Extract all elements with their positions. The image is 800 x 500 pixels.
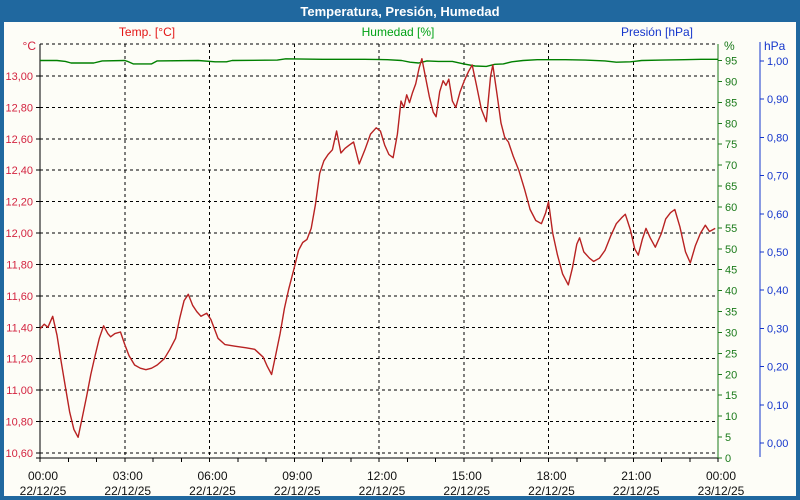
temp-tick-label: 12,60 xyxy=(5,134,33,146)
temp-tick-label: 10,80 xyxy=(5,417,33,429)
time-tick-label: 21:00 xyxy=(621,469,651,483)
humidity-tick-label: 55 xyxy=(725,223,737,235)
temp-tick-label: 12,80 xyxy=(5,102,33,114)
humidity-tick-label: 10 xyxy=(725,411,737,423)
pressure-tick-label: 0,40 xyxy=(767,285,788,297)
temp-tick-label: 11,20 xyxy=(6,354,33,366)
humidity-tick-label: 50 xyxy=(725,244,737,256)
humidity-tick-label: 5 xyxy=(725,432,731,444)
humidity-tick-label: 25 xyxy=(725,348,737,360)
humidity-tick-label: 80 xyxy=(725,118,737,130)
time-tick-label: 18:00 xyxy=(536,469,566,483)
pressure-tick-label: 1,00 xyxy=(767,56,788,68)
pressure-tick-label: 0,90 xyxy=(767,94,788,106)
humidity-tick-label: 45 xyxy=(725,265,737,277)
pressure-tick-label: 0,60 xyxy=(767,209,788,221)
plot-canvas: 13,00 12,80 12,60 12,40 12,20 12,00 11,80 11,60… xyxy=(4,22,796,496)
temp-tick-label: 11,80 xyxy=(6,259,33,271)
temp-tick-label: 12,20 xyxy=(5,197,33,209)
pressure-tick-label: 0,70 xyxy=(767,171,788,183)
chart-window: Temperatura, Presión, Humedad Temp. [°C]… xyxy=(0,0,800,500)
humidity-tick-label: 65 xyxy=(725,181,737,193)
temp-tick-label: 11,00 xyxy=(6,385,33,397)
humidity-tick-label: 75 xyxy=(725,139,737,151)
humidity-tick-label: 60 xyxy=(725,202,737,214)
humidity-tick-label: 30 xyxy=(725,327,737,339)
window-titlebar: Temperatura, Presión, Humedad xyxy=(0,0,800,22)
temp-tick-label: 13,00 xyxy=(5,71,33,83)
humidity-tick-label: 20 xyxy=(725,369,737,381)
humidity-tick-label: 85 xyxy=(725,97,737,109)
date-tick-label: 22/12/25 xyxy=(613,484,660,496)
time-tick-label: 06:00 xyxy=(197,469,227,483)
date-tick-label: 22/12/25 xyxy=(359,484,406,496)
humidity-tick-label: 15 xyxy=(725,390,737,402)
chart-area: Temp. [°C] Humedad [%] Presión [hPa] °C … xyxy=(4,22,796,496)
pressure-tick-label: 0,00 xyxy=(767,438,788,450)
date-tick-label: 22/12/25 xyxy=(274,484,321,496)
pressure-tick-label: 0,20 xyxy=(767,362,788,374)
pressure-tick-label: 0,80 xyxy=(767,132,788,144)
humidity-tick-label: 70 xyxy=(725,160,737,172)
temp-tick-label: 10,60 xyxy=(5,448,33,460)
humidity-tick-label: 95 xyxy=(725,56,737,68)
humidity-tick-label: 40 xyxy=(725,286,737,298)
temp-tick-label: 11,40 xyxy=(6,322,33,334)
time-tick-label: 12:00 xyxy=(367,469,397,483)
time-tick-label: 00:00 xyxy=(28,469,58,483)
temp-tick-label: 12,00 xyxy=(5,228,33,240)
pressure-tick-label: 0,30 xyxy=(767,323,788,335)
time-tick-label: 03:00 xyxy=(113,469,143,483)
date-tick-label: 22/12/25 xyxy=(104,484,151,496)
time-tick-label: 09:00 xyxy=(282,469,312,483)
humidity-tick-label: 0 xyxy=(725,453,731,465)
humidity-tick-label: 35 xyxy=(725,307,737,319)
date-tick-label: 22/12/25 xyxy=(20,484,67,496)
temp-tick-label: 12,40 xyxy=(5,165,33,177)
date-tick-label: 22/12/25 xyxy=(189,484,236,496)
date-tick-label: 22/12/25 xyxy=(443,484,490,496)
date-tick-label: 23/12/25 xyxy=(698,484,745,496)
date-tick-label: 22/12/25 xyxy=(528,484,575,496)
pressure-tick-label: 0,10 xyxy=(767,400,788,412)
humidity-tick-label: 90 xyxy=(725,76,737,88)
temperature-curve xyxy=(40,59,715,438)
time-tick-label: 15:00 xyxy=(452,469,482,483)
temp-tick-label: 11,60 xyxy=(6,291,33,303)
window-title: Temperatura, Presión, Humedad xyxy=(300,4,499,19)
pressure-tick-label: 0,50 xyxy=(767,247,788,259)
time-tick-label: 00:00 xyxy=(706,469,736,483)
